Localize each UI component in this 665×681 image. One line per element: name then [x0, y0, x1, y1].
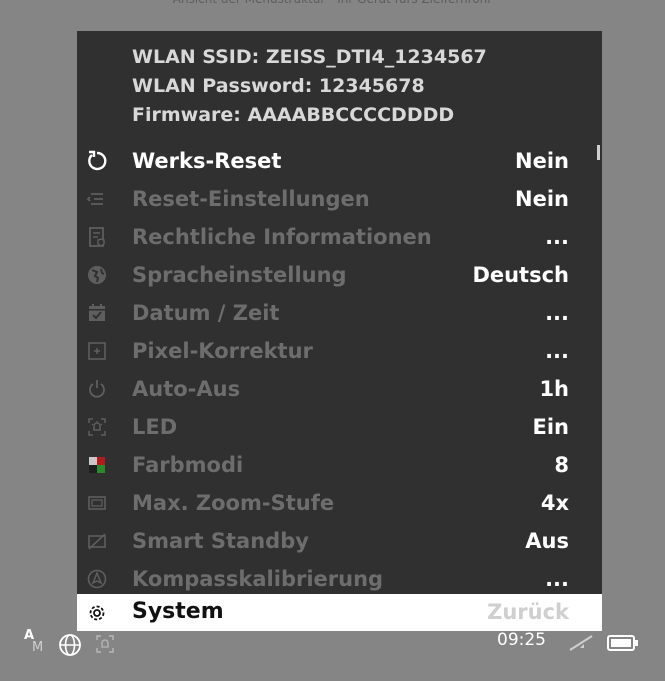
device-info: WLAN SSID: ZEISS_DTI4_1234567 WLAN Passw… [132, 43, 487, 130]
menu-item-value: ... [545, 567, 569, 591]
status-bar: A M 09:25 [0, 624, 665, 681]
top-hint-text: Ansicht der Menüstruktur - Ihr Gerät für… [0, 0, 665, 8]
menu-item-werks-reset[interactable]: Werks-Reset Nein [77, 142, 602, 180]
legal-document-icon [83, 223, 111, 251]
menu-item-label: Pixel-Korrektur [132, 339, 313, 363]
system-label: System [132, 599, 224, 624]
menu-item-datum-zeit[interactable]: Datum / Zeit ... [77, 294, 602, 332]
wifi-off-icon [566, 634, 596, 656]
menu-item-label: LED [132, 415, 178, 439]
menu-item-label: Rechtliche Informationen [132, 225, 432, 249]
menu-item-value: Nein [515, 187, 569, 211]
battery-icon [607, 634, 639, 656]
zoom-level-icon [83, 489, 111, 517]
menu-item-value: 4x [540, 491, 569, 515]
menu-item-value: ... [545, 225, 569, 249]
menu-item-value: ... [545, 301, 569, 325]
calendar-icon [83, 299, 111, 327]
menu-item-value: Deutsch [472, 263, 569, 287]
globe-icon [58, 633, 82, 661]
globe-icon [83, 261, 111, 289]
firmware-version: Firmware: AAAABBCCCCDDDD [132, 104, 455, 126]
wlan-password: WLAN Password: 12345678 [132, 75, 425, 97]
mode-bottom-letter: M [32, 640, 44, 655]
menu-item-rechtliche-informationen[interactable]: Rechtliche Informationen ... [77, 218, 602, 256]
reset-settings-icon [83, 185, 111, 213]
back-button[interactable]: Zurück [487, 598, 569, 626]
menu-item-value: 8 [554, 453, 569, 477]
reset-icon [83, 147, 111, 175]
power-icon [83, 375, 111, 403]
auto-manual-mode-indicator: A M [24, 628, 50, 656]
menu-item-label: Datum / Zeit [132, 301, 280, 325]
menu-item-smart-standby[interactable]: Smart Standby Aus [77, 522, 602, 560]
menu-item-pixel-korrektur[interactable]: Pixel-Korrektur ... [77, 332, 602, 370]
menu-item-max-zoom-stufe[interactable]: Max. Zoom-Stufe 4x [77, 484, 602, 522]
led-icon [83, 413, 111, 441]
menu-item-value: 1h [539, 377, 569, 401]
color-modes-icon [83, 451, 111, 479]
menu-item-value: Ein [532, 415, 570, 439]
menu-item-value: ... [545, 339, 569, 363]
menu-item-value: Aus [525, 529, 569, 553]
menu-item-auto-aus[interactable]: Auto-Aus 1h [77, 370, 602, 408]
wlan-ssid: WLAN SSID: ZEISS_DTI4_1234567 [132, 46, 487, 68]
menu-item-label: Auto-Aus [132, 377, 241, 401]
menu-item-label: Kompasskalibrierung [132, 567, 384, 591]
system-menu-panel: WLAN SSID: ZEISS_DTI4_1234567 WLAN Passw… [77, 31, 602, 594]
pixel-correction-icon [83, 337, 111, 365]
menu-item-label: Max. Zoom-Stufe [132, 491, 335, 515]
menu-item-value: Nein [515, 149, 569, 173]
gear-icon [83, 599, 111, 627]
focus-frame-icon [94, 633, 116, 659]
menu-item-farbmodi[interactable]: Farbmodi 8 [77, 446, 602, 484]
menu-item-kompasskalibrierung[interactable]: Kompasskalibrierung ... [77, 560, 602, 598]
clock-time: 09:25 [497, 630, 546, 650]
menu-item-reset-einstellungen[interactable]: Reset-Einstellungen Nein [77, 180, 602, 218]
menu-item-led[interactable]: LED Ein [77, 408, 602, 446]
menu-item-spracheinstellung[interactable]: Spracheinstellung Deutsch [77, 256, 602, 294]
compass-icon [83, 565, 111, 593]
menu-item-label: Smart Standby [132, 529, 309, 553]
smart-standby-icon [83, 527, 111, 555]
menu-item-label: Reset-Einstellungen [132, 187, 370, 211]
menu-item-label: Werks-Reset [132, 149, 282, 173]
menu-item-label: Spracheinstellung [132, 263, 347, 287]
menu-item-label: Farbmodi [132, 453, 244, 477]
